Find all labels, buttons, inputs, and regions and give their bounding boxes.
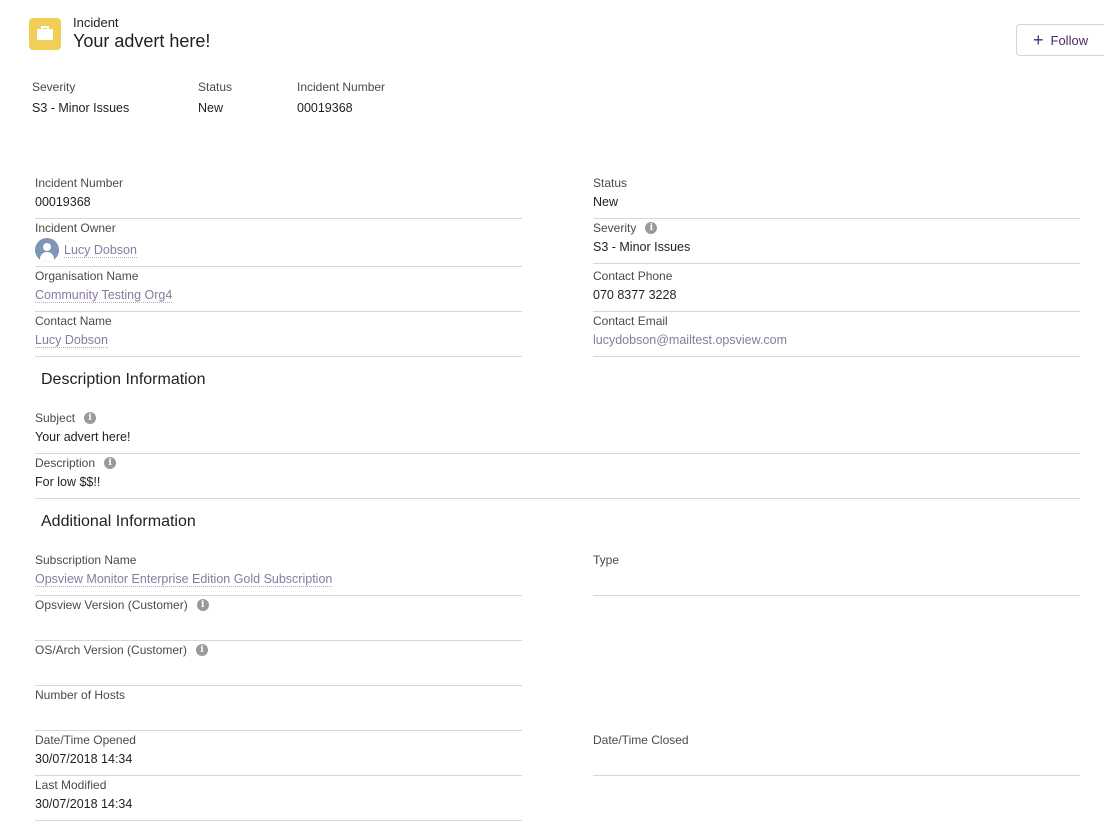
field-organisation-name: Organisation Name Community Testing Org4 bbox=[35, 267, 522, 312]
highlight-status: Status New bbox=[198, 80, 232, 115]
highlight-label: Incident Number bbox=[297, 80, 386, 94]
field-number-of-hosts: Number of Hosts bbox=[35, 686, 522, 731]
info-icon[interactable]: i bbox=[104, 457, 117, 469]
field-value: S3 - Minor Issues bbox=[593, 240, 691, 254]
field-value: Your advert here! bbox=[35, 430, 131, 444]
field-label: Organisation Name bbox=[35, 269, 139, 283]
field-incident-owner: Incident Owner Lucy Dobson bbox=[35, 219, 522, 267]
field-label: Subject bbox=[35, 411, 76, 425]
incident-owner-link[interactable]: Lucy Dobson bbox=[64, 243, 137, 258]
section-title-additional[interactable]: Additional Information bbox=[41, 513, 196, 531]
highlight-label: Severity bbox=[32, 80, 76, 94]
field-status: Status New bbox=[593, 174, 1080, 219]
field-label: Contact Phone bbox=[593, 269, 673, 283]
info-icon[interactable]: i bbox=[84, 412, 97, 424]
highlight-value: S3 - Minor Issues bbox=[32, 101, 130, 115]
field-contact-name: Contact Name Lucy Dobson bbox=[35, 312, 522, 357]
field-value: For low $$!! bbox=[35, 475, 101, 489]
section-title-description[interactable]: Description Information bbox=[41, 371, 206, 389]
field-opsview-version: Opsview Version (Customer) i bbox=[35, 596, 522, 641]
field-severity: Severity i S3 - Minor Issues bbox=[593, 219, 1080, 264]
field-label: Description bbox=[35, 456, 96, 470]
field-label: OS/Arch Version (Customer) bbox=[35, 643, 188, 657]
object-label: Incident bbox=[73, 15, 119, 30]
field-label: Contact Name bbox=[35, 314, 112, 328]
info-icon[interactable]: i bbox=[196, 599, 209, 611]
page-title: Your advert here! bbox=[73, 31, 211, 51]
organisation-link[interactable]: Community Testing Org4 bbox=[35, 288, 173, 303]
field-label: Date/Time Closed bbox=[593, 733, 689, 747]
plus-icon: + bbox=[1033, 30, 1044, 50]
field-value: 070 8377 3228 bbox=[593, 288, 677, 302]
field-value: 30/07/2018 14:34 bbox=[35, 797, 133, 811]
follow-button-label: Follow bbox=[1050, 32, 1089, 48]
field-label: Type bbox=[593, 553, 620, 567]
field-label: Incident Number bbox=[35, 176, 124, 190]
contact-name-link[interactable]: Lucy Dobson bbox=[35, 333, 108, 348]
field-label: Opsview Version (Customer) bbox=[35, 598, 188, 612]
field-label: Severity bbox=[593, 221, 637, 235]
field-subject: Subject i Your advert here! bbox=[35, 409, 1080, 454]
field-os-arch-version: OS/Arch Version (Customer) i bbox=[35, 641, 522, 686]
field-label: Subscription Name bbox=[35, 553, 137, 567]
field-value: New bbox=[593, 195, 619, 209]
field-contact-phone: Contact Phone 070 8377 3228 bbox=[593, 267, 1080, 312]
briefcase-icon bbox=[29, 18, 61, 50]
info-icon[interactable]: i bbox=[645, 222, 658, 234]
subscription-link[interactable]: Opsview Monitor Enterprise Edition Gold … bbox=[35, 572, 333, 587]
field-label: Number of Hosts bbox=[35, 688, 126, 702]
field-value: 30/07/2018 14:34 bbox=[35, 752, 133, 766]
field-date-time-closed: Date/Time Closed bbox=[593, 731, 1080, 776]
field-label: Incident Owner bbox=[35, 221, 116, 235]
highlight-incident-number: Incident Number 00019368 bbox=[297, 80, 385, 115]
follow-button[interactable]: + Follow bbox=[1016, 24, 1104, 56]
info-icon[interactable]: i bbox=[196, 644, 209, 656]
field-type: Type bbox=[593, 551, 1080, 596]
field-label: Contact Email bbox=[593, 314, 668, 328]
highlight-value: New bbox=[198, 101, 224, 115]
highlight-label: Status bbox=[198, 80, 233, 94]
highlight-value: 00019368 bbox=[297, 101, 353, 115]
field-label: Status bbox=[593, 176, 628, 190]
field-label: Last Modified bbox=[35, 778, 107, 792]
field-date-time-opened: Date/Time Opened 30/07/2018 14:34 bbox=[35, 731, 522, 776]
field-label: Date/Time Opened bbox=[35, 733, 136, 747]
avatar[interactable] bbox=[35, 238, 59, 262]
field-subscription-name: Subscription Name Opsview Monitor Enterp… bbox=[35, 551, 522, 596]
highlight-severity: Severity S3 - Minor Issues bbox=[32, 80, 129, 115]
field-value: 00019368 bbox=[35, 195, 91, 209]
contact-email-link[interactable]: lucydobson@mailtest.opsview.com bbox=[593, 333, 787, 347]
field-incident-number: Incident Number 00019368 bbox=[35, 174, 522, 219]
field-description: Description i For low $$!! bbox=[35, 454, 1080, 499]
field-last-modified: Last Modified 30/07/2018 14:34 bbox=[35, 776, 522, 821]
field-contact-email: Contact Email lucydobson@mailtest.opsvie… bbox=[593, 312, 1080, 357]
